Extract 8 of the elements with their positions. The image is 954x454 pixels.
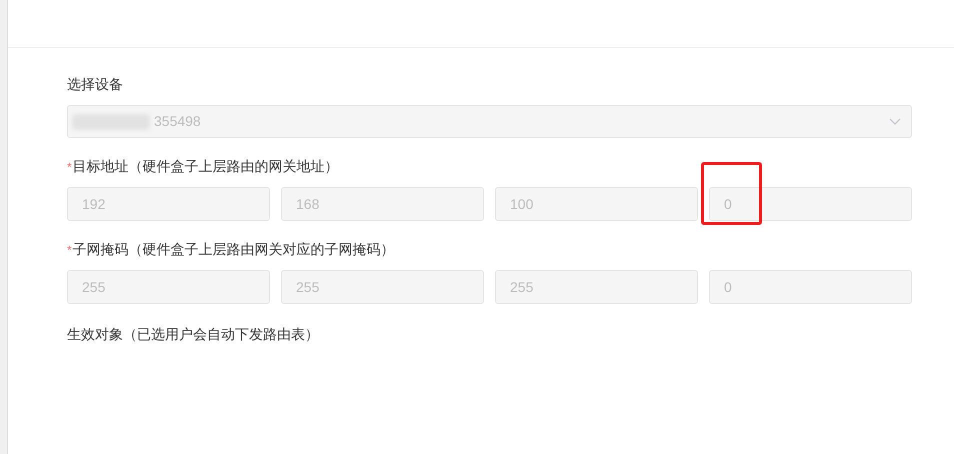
field-label: 生效对象（已选用户会自动下发路由表） — [67, 325, 319, 344]
field-label: 选择设备 — [67, 75, 123, 94]
field-label: 子网掩码（硬件盒子上层路由网关对应的子网掩码） — [72, 240, 395, 259]
device-value: 355498 — [154, 112, 201, 131]
required-mark: * — [67, 242, 72, 258]
required-mark: * — [67, 158, 72, 176]
chevron-down-icon — [889, 118, 901, 126]
field-label: 目标地址（硬件盒子上层路由的网关地址） — [72, 157, 339, 176]
